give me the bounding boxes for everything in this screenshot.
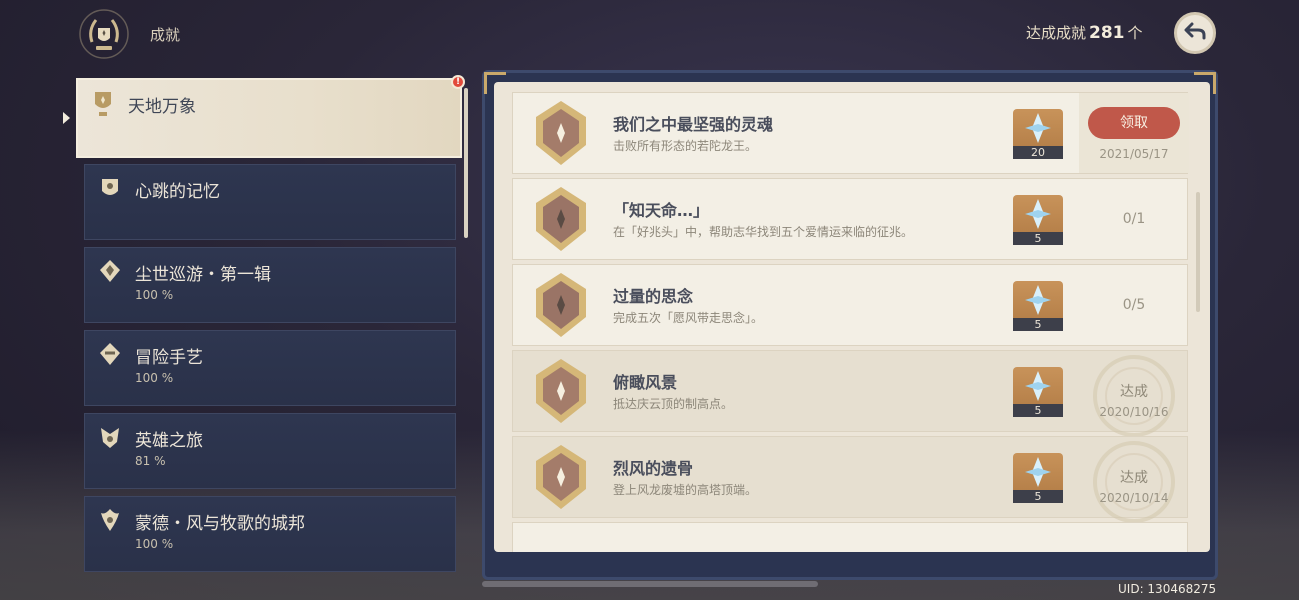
achievement-medal-icon bbox=[528, 271, 594, 341]
achievement-desc: 完成五次「愿风带走思念」。 bbox=[613, 311, 764, 325]
category-item-tiandiwanxiang[interactable]: 天地万象 bbox=[76, 78, 462, 158]
reward-quantity: 20 bbox=[1013, 146, 1063, 159]
achievement-date: 2021/05/17 bbox=[1099, 147, 1169, 161]
category-name: 蒙德・风与牧歌的城邦 bbox=[135, 514, 305, 534]
achievement-desc: 抵达庆云顶的制高点。 bbox=[613, 397, 734, 411]
achievement-list-scrollbar[interactable] bbox=[1196, 192, 1200, 312]
achievement-medal-icon bbox=[528, 99, 594, 169]
reward-item[interactable]: 5 bbox=[1013, 453, 1063, 503]
count-value: 281 bbox=[1089, 23, 1125, 43]
achievement-date: 2020/10/16 bbox=[1099, 405, 1169, 419]
category-badge-icon bbox=[97, 258, 123, 286]
achievement-title: 「知天命…」 bbox=[613, 201, 710, 220]
achievement-progress: 0/1 bbox=[1122, 211, 1146, 227]
reward-item[interactable]: 5 bbox=[1013, 281, 1063, 331]
achievement-count: 达成成就 281 个 bbox=[1026, 22, 1143, 43]
alert-badge: ! bbox=[451, 75, 465, 89]
count-label: 达成成就 bbox=[1026, 24, 1087, 42]
achievement-done-label: 达成 bbox=[1120, 384, 1148, 400]
achievement-row: 俯瞰风景 抵达庆云顶的制高点。 5 达成 2020/10/16 bbox=[512, 350, 1189, 437]
achievement-title: 过量的思念 bbox=[613, 287, 694, 306]
achievement-row: 过量的思念 完成五次「愿风带走思念」。 5 0/5 bbox=[512, 264, 1188, 346]
category-name: 尘世巡游・第一辑 bbox=[135, 265, 271, 285]
category-percent: 81 % bbox=[135, 454, 166, 468]
achievement-row: 我们之中最坚强的灵魂 击败所有形态的若陀龙王。 20 领取 2021/05/17 bbox=[512, 92, 1189, 174]
page-title: 成就 bbox=[150, 26, 181, 44]
count-unit: 个 bbox=[1127, 24, 1143, 42]
achievement-desc: 在「好兆头」中，帮助志华找到五个爱情运来临的征兆。 bbox=[613, 225, 914, 239]
achievement-title: 我们之中最坚强的灵魂 bbox=[613, 115, 774, 134]
selected-arrow-icon bbox=[63, 112, 70, 124]
achievement-status: 领取 2021/05/17 bbox=[1079, 93, 1189, 173]
reward-quantity: 5 bbox=[1013, 232, 1063, 245]
category-name: 英雄之旅 bbox=[135, 431, 203, 451]
back-button[interactable] bbox=[1174, 12, 1216, 54]
category-item-maoxianshouyi[interactable]: 冒险手艺 100 % bbox=[84, 330, 456, 406]
achievement-row: 烈风的遗骨 登上风龙废墟的高塔顶端。 5 达成 2020/10/14 bbox=[512, 436, 1189, 523]
reward-item[interactable]: 20 bbox=[1013, 109, 1063, 159]
achievement-status: 0/1 bbox=[1079, 179, 1189, 259]
achievement-status: 0/5 bbox=[1079, 265, 1189, 345]
category-list: 天地万象 心跳的记忆 尘世巡游・第一辑 100 % 冒险手艺 100 % 英雄之… bbox=[76, 78, 466, 578]
achievement-medal-icon bbox=[528, 357, 594, 427]
horizontal-scrollbar[interactable] bbox=[482, 581, 818, 587]
category-item-xintiao[interactable]: 心跳的记忆 bbox=[84, 164, 456, 240]
achievement-title: 烈风的遗骨 bbox=[613, 459, 694, 478]
category-scrollbar[interactable] bbox=[464, 88, 468, 238]
category-badge-icon bbox=[97, 341, 123, 369]
achievement-row-partial bbox=[512, 522, 1188, 552]
category-item-mengde[interactable]: 蒙德・风与牧歌的城邦 100 % bbox=[84, 496, 456, 572]
category-name: 心跳的记忆 bbox=[135, 182, 220, 202]
category-name: 天地万象 bbox=[128, 97, 196, 117]
achievement-desc: 击败所有形态的若陀龙王。 bbox=[613, 139, 758, 153]
achievement-progress: 0/5 bbox=[1122, 297, 1146, 313]
achievement-title: 俯瞰风景 bbox=[613, 373, 678, 392]
category-name: 冒险手艺 bbox=[135, 348, 203, 368]
category-percent: 100 % bbox=[135, 288, 174, 302]
achievement-medal-icon bbox=[528, 443, 594, 513]
back-arrow-icon bbox=[1184, 21, 1206, 45]
category-badge-icon bbox=[97, 424, 123, 452]
category-item-yingxiongzhilv[interactable]: 英雄之旅 81 % bbox=[84, 413, 456, 489]
player-uid: UID: 130468275 bbox=[1118, 582, 1217, 596]
category-percent: 100 % bbox=[135, 371, 174, 385]
claim-button[interactable]: 领取 bbox=[1088, 107, 1180, 139]
reward-quantity: 5 bbox=[1013, 490, 1063, 503]
reward-item[interactable]: 5 bbox=[1013, 195, 1063, 245]
category-badge-icon bbox=[97, 175, 123, 203]
category-percent: 100 % bbox=[135, 537, 174, 551]
achievement-desc: 登上风龙废墟的高塔顶端。 bbox=[613, 483, 758, 497]
achievement-date: 2020/10/14 bbox=[1099, 491, 1169, 505]
achievement-done-label: 达成 bbox=[1120, 470, 1148, 486]
achievement-row: 「知天命…」 在「好兆头」中，帮助志华找到五个爱情运来临的征兆。 5 0/1 bbox=[512, 178, 1188, 260]
category-badge-icon bbox=[97, 507, 123, 535]
achievement-status: 达成 2020/10/14 bbox=[1079, 437, 1189, 523]
achievement-wreath-icon bbox=[78, 8, 130, 60]
achievement-list-panel: 我们之中最坚强的灵魂 击败所有形态的若陀龙王。 20 领取 2021/05/17… bbox=[494, 82, 1210, 552]
reward-quantity: 5 bbox=[1013, 318, 1063, 331]
category-item-chenshixunyou[interactable]: 尘世巡游・第一辑 100 % bbox=[84, 247, 456, 323]
reward-quantity: 5 bbox=[1013, 404, 1063, 417]
category-badge-icon bbox=[90, 90, 116, 118]
achievement-status: 达成 2020/10/16 bbox=[1079, 351, 1189, 437]
reward-item[interactable]: 5 bbox=[1013, 367, 1063, 417]
achievement-medal-icon bbox=[528, 185, 594, 255]
